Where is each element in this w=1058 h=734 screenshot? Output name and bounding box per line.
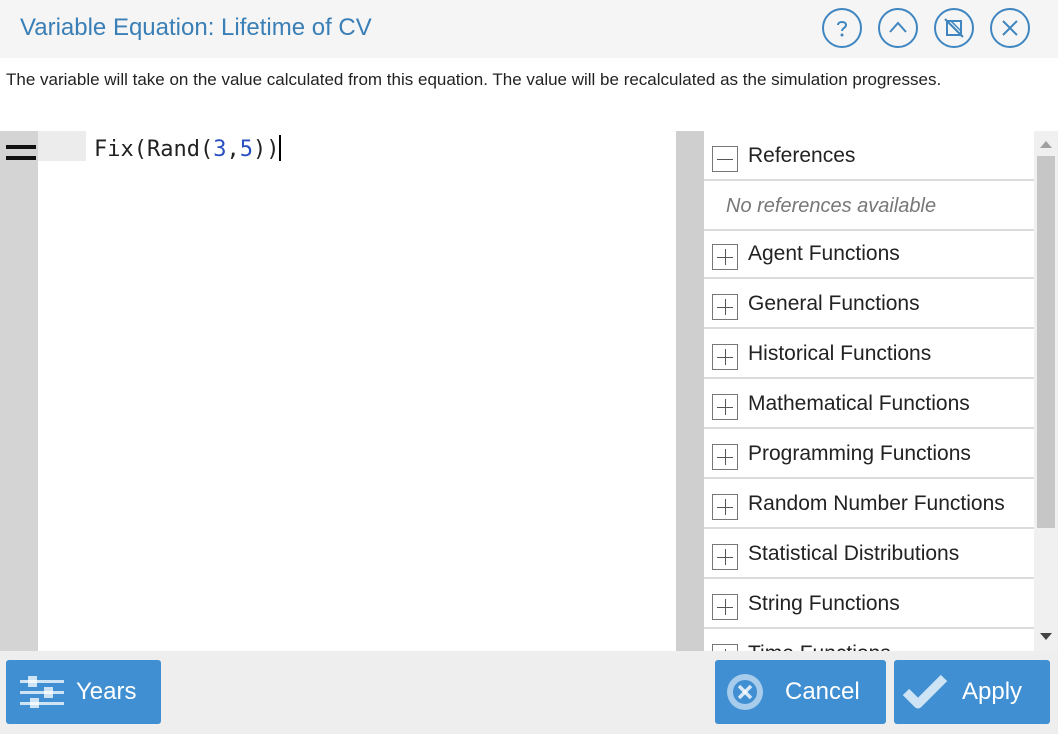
category-historical-functions[interactable]: Historical Functions <box>704 331 1034 379</box>
code-token: )) <box>252 137 280 162</box>
expand-plus-icon <box>712 394 738 420</box>
expand-plus-icon <box>712 344 738 370</box>
category-label: Programming Functions <box>748 442 971 465</box>
code-number: 5 <box>239 137 253 162</box>
category-mathematical-functions[interactable]: Mathematical Functions <box>704 381 1034 429</box>
cancel-button[interactable]: Cancel <box>715 660 886 724</box>
line-number-column <box>38 131 86 161</box>
code-token: , <box>226 137 240 162</box>
sliders-icon <box>20 676 64 708</box>
expand-plus-icon <box>712 594 738 620</box>
category-general-functions[interactable]: General Functions <box>704 281 1034 329</box>
dialog-title: Variable Equation: Lifetime of CV <box>20 14 372 41</box>
category-label: Statistical Distributions <box>748 542 960 565</box>
expand-plus-icon <box>712 544 738 570</box>
help-icon <box>837 21 848 37</box>
equals-icon <box>6 143 36 163</box>
category-label: String Functions <box>748 592 900 615</box>
references-header[interactable]: References <box>704 133 1034 181</box>
cancel-button-label: Cancel <box>785 678 860 705</box>
category-string-functions[interactable]: String Functions <box>704 581 1034 629</box>
expand-plus-icon <box>712 444 738 470</box>
maximize-icon <box>944 18 964 38</box>
panel-splitter[interactable] <box>676 131 704 651</box>
apply-button-label: Apply <box>962 678 1023 705</box>
units-button[interactable]: Years <box>6 660 161 724</box>
checkmark-icon <box>902 674 948 709</box>
category-agent-functions[interactable]: Agent Functions <box>704 231 1034 279</box>
references-label: References <box>748 144 856 167</box>
cancel-icon <box>727 674 763 710</box>
category-time-functions[interactable]: Time Functions <box>704 631 1034 651</box>
category-label: General Functions <box>748 292 920 315</box>
code-token: Fix(Rand( <box>94 137 214 162</box>
category-programming-functions[interactable]: Programming Functions <box>704 431 1034 479</box>
scroll-down-icon[interactable] <box>1040 633 1052 640</box>
expand-plus-icon <box>712 494 738 520</box>
category-label: Historical Functions <box>748 342 932 365</box>
equation-description: The variable will take on the value calc… <box>6 70 942 89</box>
expand-plus-icon <box>712 294 738 320</box>
dialog-header: Variable Equation: Lifetime of CV <box>0 0 1058 58</box>
reference-panel: References No references available Agent… <box>704 131 1034 651</box>
apply-button[interactable]: Apply <box>894 660 1050 724</box>
expand-plus-icon <box>712 644 738 651</box>
help-button[interactable] <box>822 8 862 48</box>
scrollbar-thumb[interactable] <box>1037 156 1055 528</box>
close-icon <box>1002 20 1018 36</box>
category-label: Agent Functions <box>748 242 900 265</box>
units-button-label: Years <box>76 678 137 705</box>
maximize-button[interactable] <box>934 8 974 48</box>
equation-code[interactable]: Fix(Rand(3,5)) <box>94 135 282 162</box>
collapse-icon <box>889 21 907 33</box>
category-random-number-functions[interactable]: Random Number Functions <box>704 481 1034 529</box>
close-button[interactable] <box>990 8 1030 48</box>
editor-gutter <box>0 131 38 651</box>
collapse-minus-icon <box>712 146 738 172</box>
collapse-button[interactable] <box>878 8 918 48</box>
category-statistical-distributions[interactable]: Statistical Distributions <box>704 531 1034 579</box>
text-caret <box>279 135 282 161</box>
category-label: Random Number Functions <box>748 492 1005 515</box>
equation-editor[interactable]: Fix(Rand(3,5)) <box>86 131 676 651</box>
category-label: Time Functions <box>748 642 891 651</box>
code-number: 3 <box>213 137 227 162</box>
scroll-up-icon[interactable] <box>1040 141 1052 148</box>
category-label: Mathematical Functions <box>748 392 970 415</box>
expand-plus-icon <box>712 244 738 270</box>
no-references-text: No references available <box>704 183 1034 231</box>
